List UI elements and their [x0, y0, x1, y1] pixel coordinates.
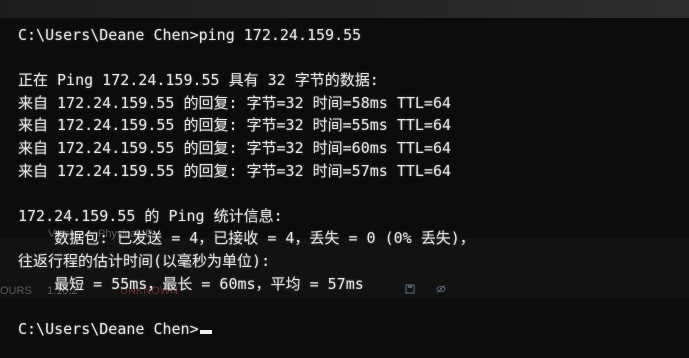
text-cursor: [199, 329, 212, 334]
rtt-values: 最短 = 55ms，最长 = 60ms，平均 = 57ms: [18, 274, 364, 293]
prompt-line[interactable]: C:\Users\Deane Chen>: [18, 318, 475, 341]
command-line: C:\Users\Deane Chen>ping 172.24.159.55: [18, 26, 362, 44]
reply-line: 来自 172.24.159.55 的回复: 字节=32 时间=60ms TTL=…: [18, 138, 452, 157]
prompt-text: C:\Users\Deane Chen>: [18, 319, 199, 338]
reply-line: 来自 172.24.159.55 的回复: 字节=32 时间=55ms TTL=…: [18, 116, 452, 135]
reply-line: 来自 172.24.159.55 的回复: 字节=32 时间=58ms TTL=…: [18, 93, 452, 112]
console-output[interactable]: C:\Users\Deane Chen>ping 172.24.159.55 正在…: [18, 24, 475, 340]
stats-packets: 数据包: 已发送 = 4，已接收 = 4，丢失 = 0 (0% 丢失)，: [18, 229, 475, 248]
rtt-header: 往返行程的估计时间(以毫秒为单位):: [18, 251, 271, 270]
terminal-window[interactable]: Version Physical IP OURS 1.10.2 UNKNOWN …: [0, 0, 689, 358]
ping-header: 正在 Ping 172.24.159.55 具有 32 字节的数据:: [18, 71, 379, 90]
reply-line: 来自 172.24.159.55 的回复: 字节=32 时间=57ms TTL=…: [18, 161, 452, 180]
stats-header: 172.24.159.55 的 Ping 统计信息:: [18, 206, 283, 225]
